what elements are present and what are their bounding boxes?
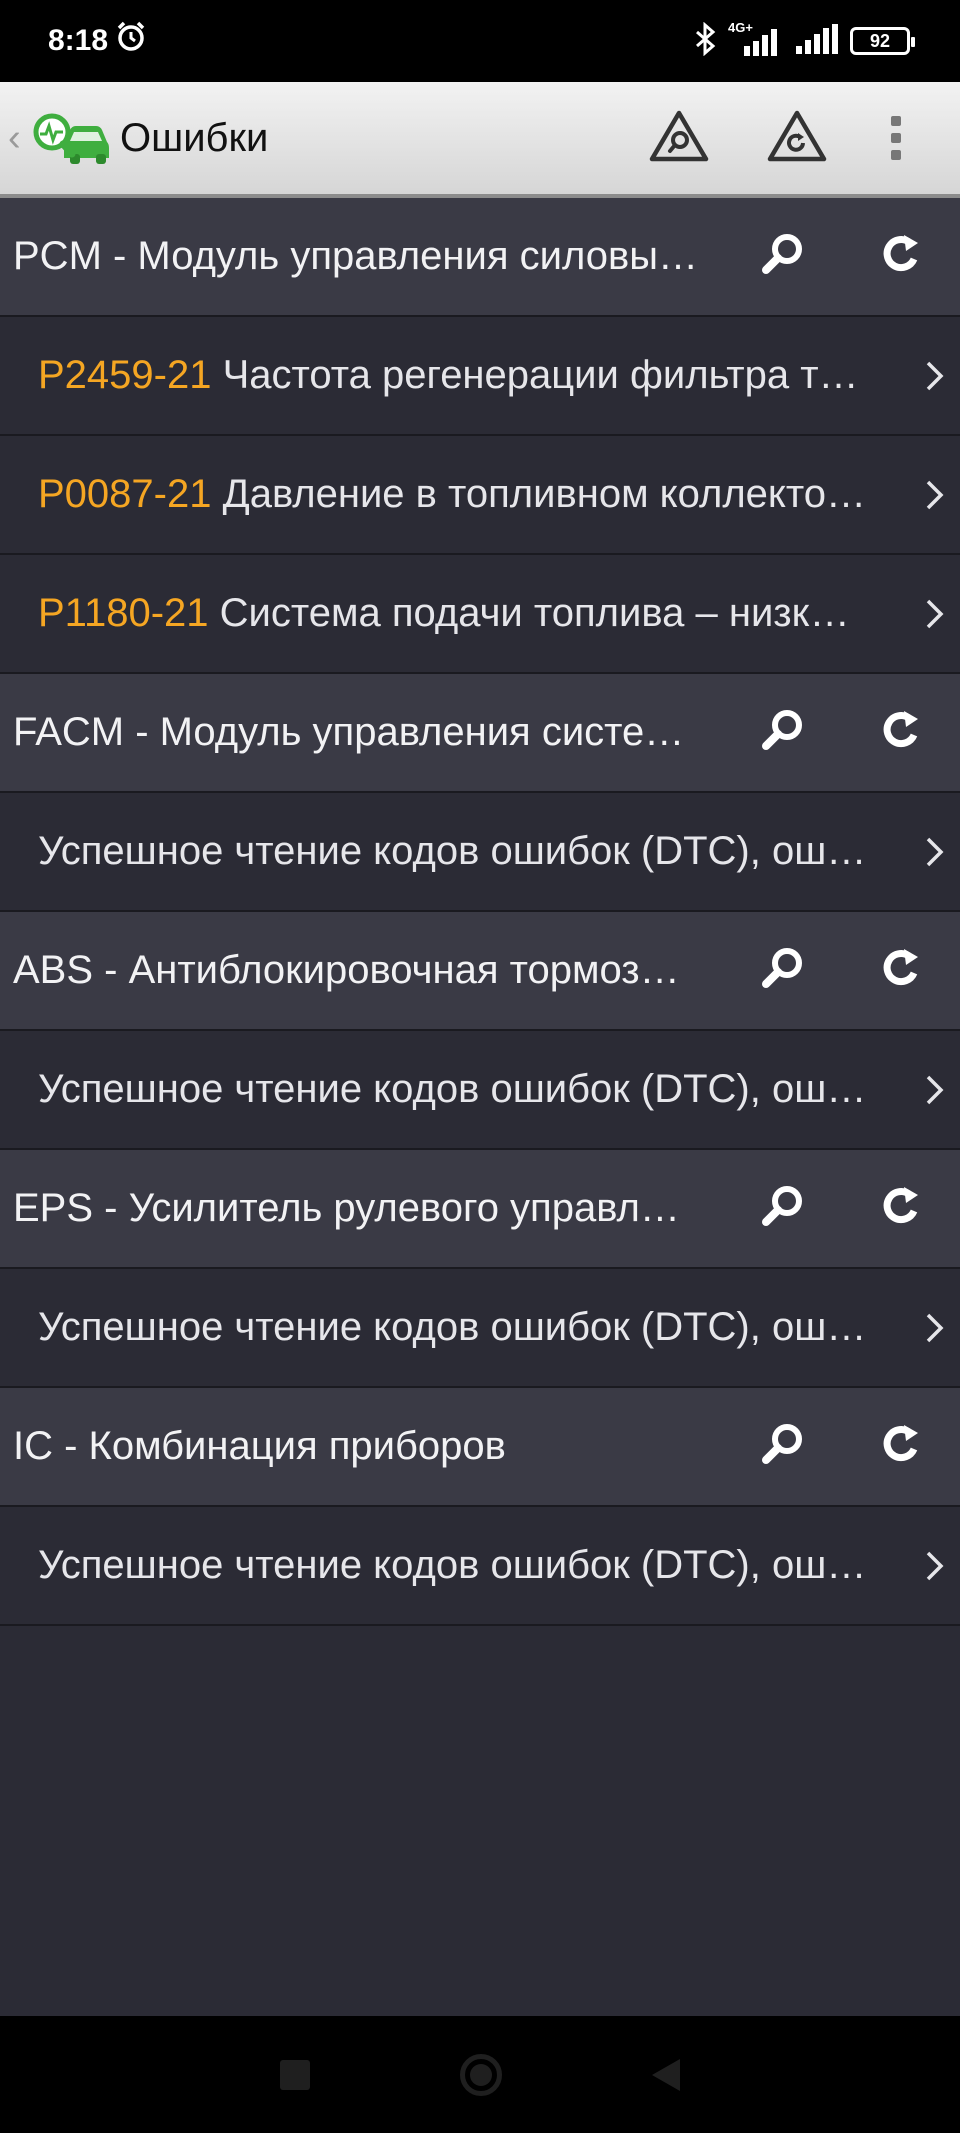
dtc-code: P1180-21 <box>38 591 209 635</box>
dtc-list-item[interactable]: Успешное чтение кодов ошибок (DTC), ошиб… <box>0 793 960 912</box>
module-actions <box>724 912 960 1029</box>
warning-search-button[interactable] <box>620 80 738 196</box>
dtc-item-text: Успешное чтение кодов ошибок (DTC), ошиб… <box>0 1067 870 1112</box>
module-search-button[interactable] <box>724 1149 842 1268</box>
module-row[interactable]: PCM - Модуль управления силовым агрегато… <box>0 198 960 317</box>
module-name: IC - Комбинация приборов <box>13 1424 506 1468</box>
dtc-list-item[interactable]: Успешное чтение кодов ошибок (DTC), ошиб… <box>0 1507 960 1626</box>
module-refresh-button[interactable] <box>842 1149 960 1268</box>
back-button[interactable] <box>652 2058 680 2091</box>
refresh-icon <box>878 945 924 996</box>
chevron-right-icon <box>924 1269 946 1386</box>
appbar-actions <box>620 80 960 196</box>
overflow-menu-icon <box>891 116 901 160</box>
refresh-icon <box>878 707 924 758</box>
dtc-list-item[interactable]: Успешное чтение кодов ошибок (DTC), ошиб… <box>0 1031 960 1150</box>
page-title: Ошибки <box>120 115 269 160</box>
module-search-button[interactable] <box>724 911 842 1030</box>
module-row[interactable]: EPS - Усилитель рулевого управления <box>0 1150 960 1269</box>
car-diagnostic-logo-icon[interactable] <box>30 108 110 168</box>
app-bar: ‹ Ошибки <box>0 82 960 198</box>
dtc-description: Успешное чтение кодов ошибок (DTC), ошиб… <box>38 829 870 873</box>
module-search-button[interactable] <box>724 197 842 316</box>
chevron-right-icon <box>924 436 946 553</box>
dtc-item-text: P1180-21 Система подачи топлива – низкое… <box>0 591 870 636</box>
module-name: PCM - Модуль управления силовым агрегато… <box>13 234 700 278</box>
dtc-description: Успешное чтение кодов ошибок (DTC), ошиб… <box>38 1543 870 1587</box>
bluetooth-icon <box>694 21 718 61</box>
module-row[interactable]: IC - Комбинация приборов <box>0 1388 960 1507</box>
search-icon <box>758 229 808 284</box>
chevron-right-icon <box>924 793 946 910</box>
dtc-item-text: P2459-21 Частота регенерации фильтра тве… <box>0 353 870 398</box>
home-button[interactable] <box>460 2053 502 2096</box>
dtc-item-text: Успешное чтение кодов ошибок (DTC), ошиб… <box>0 1305 870 1350</box>
dtc-list: PCM - Модуль управления силовым агрегато… <box>0 198 960 1626</box>
dtc-list-item[interactable]: P2459-21 Частота регенерации фильтра тве… <box>0 317 960 436</box>
module-refresh-button[interactable] <box>842 197 960 316</box>
module-refresh-button[interactable] <box>842 1387 960 1506</box>
status-time: 8:18 <box>48 24 109 57</box>
refresh-icon <box>878 231 924 282</box>
dtc-description: Система подачи топлива – низкое давление <box>219 591 870 635</box>
refresh-icon <box>878 1421 924 1472</box>
status-left: 8:18 <box>48 20 148 62</box>
dtc-list-item[interactable]: Успешное чтение кодов ошибок (DTC), ошиб… <box>0 1269 960 1388</box>
dtc-list-item[interactable]: P0087-21 Давление в топливном коллекторе… <box>0 436 960 555</box>
module-actions <box>724 1150 960 1267</box>
dtc-description: Успешное чтение кодов ошибок (DTC), ошиб… <box>38 1305 870 1349</box>
overflow-menu-button[interactable] <box>856 80 936 196</box>
system-nav-bar <box>0 2016 960 2133</box>
dtc-description: Успешное чтение кодов ошибок (DTC), ошиб… <box>38 1067 870 1111</box>
warning-refresh-icon <box>766 109 828 168</box>
dtc-code: P0087-21 <box>38 472 212 516</box>
module-refresh-button[interactable] <box>842 911 960 1030</box>
module-refresh-button[interactable] <box>842 673 960 792</box>
dtc-item-text: P0087-21 Давление в топливном коллекторе… <box>0 472 870 517</box>
dtc-item-text: Успешное чтение кодов ошибок (DTC), ошиб… <box>0 1543 870 1588</box>
signal-4g-icon: 4G+ <box>728 20 784 56</box>
status-right: 4G+ 92 <box>694 20 915 61</box>
network-type-label: 4G+ <box>728 20 753 35</box>
status-bar: 8:18 4G+ 92 <box>0 0 960 82</box>
search-icon <box>758 1419 808 1474</box>
dtc-description: Давление в топливном коллекторе/системе … <box>222 472 870 516</box>
module-name: EPS - Усилитель рулевого управления <box>13 1186 700 1230</box>
refresh-icon <box>878 1183 924 1234</box>
module-name: ABS - Антиблокировочная тормозная систем… <box>13 948 700 992</box>
module-name: FACM - Модуль управления системой подачи… <box>13 710 700 754</box>
dtc-list-item[interactable]: P1180-21 Система подачи топлива – низкое… <box>0 555 960 674</box>
search-icon <box>758 705 808 760</box>
module-row[interactable]: FACM - Модуль управления системой подачи… <box>0 674 960 793</box>
module-actions <box>724 674 960 791</box>
recent-apps-button[interactable] <box>280 2059 310 2090</box>
search-icon <box>758 943 808 998</box>
dtc-code: P2459-21 <box>38 353 212 397</box>
search-icon <box>758 1181 808 1236</box>
battery-indicator: 92 <box>850 27 915 55</box>
module-actions <box>724 1388 960 1505</box>
chevron-right-icon <box>924 317 946 434</box>
dtc-item-text: Успешное чтение кодов ошибок (DTC), ошиб… <box>0 829 870 874</box>
chevron-right-icon <box>924 1507 946 1624</box>
module-actions <box>724 198 960 315</box>
warning-refresh-button[interactable] <box>738 80 856 196</box>
chevron-right-icon <box>924 1031 946 1148</box>
module-row[interactable]: ABS - Антиблокировочная тормозная систем… <box>0 912 960 1031</box>
signal-icon <box>794 23 840 59</box>
module-search-button[interactable] <box>724 1387 842 1506</box>
warning-search-icon <box>648 109 710 168</box>
back-chevron-icon[interactable]: ‹ <box>8 117 28 160</box>
dtc-description: Частота регенерации фильтра твердых част… <box>222 353 870 397</box>
chevron-right-icon <box>924 555 946 672</box>
module-search-button[interactable] <box>724 673 842 792</box>
alarm-icon <box>114 20 148 62</box>
